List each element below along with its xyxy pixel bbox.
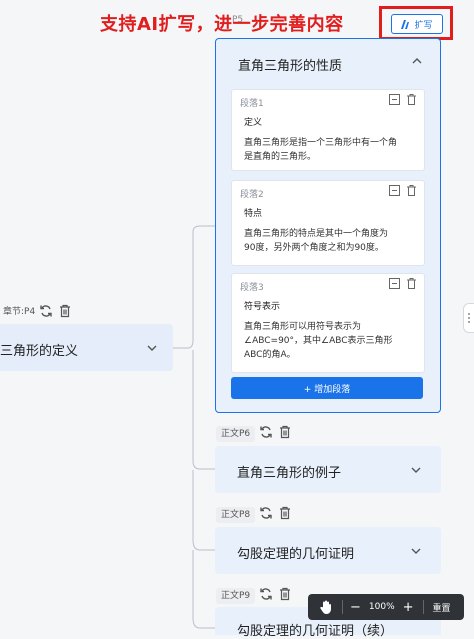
collapse-icon[interactable]	[389, 185, 400, 196]
trash-icon[interactable]	[278, 587, 292, 601]
collapse-icon[interactable]	[389, 94, 400, 105]
card-title: 直角三角形的例子	[237, 466, 342, 481]
ai-expand-button[interactable]: 扩写	[391, 14, 443, 34]
paragraph-card[interactable]: 段落2 特点 直角三角形的特点是其中一个角度为 90度，另外两个角度之和为90度…	[231, 180, 425, 266]
trash-icon[interactable]	[58, 304, 72, 318]
paragraph-body[interactable]: 直角三角形可以用符号表示为 ∠ABC=90°，其中∠ABC表示三角形 ABC的角…	[244, 320, 414, 362]
divider	[422, 600, 424, 614]
side-panel-handle[interactable]	[463, 303, 474, 333]
feature-annotation: 支持AI扩写，进一步完善内容	[100, 14, 344, 35]
reset-zoom-button[interactable]: 重置	[433, 601, 451, 614]
card-tag: 正文P9	[216, 588, 256, 604]
paragraph-body[interactable]: 直角三角形的特点是其中一个角度为 90度，另外两个角度之和为90度。	[244, 227, 414, 255]
refresh-icon[interactable]	[259, 506, 273, 520]
refresh-icon[interactable]	[259, 587, 273, 601]
paragraph-body[interactable]: 直角三角形是指一个三角形中有一个角 是直角的三角形。	[244, 136, 414, 164]
zoom-out-button[interactable]: −	[350, 600, 361, 615]
paragraph-line: ABC的角A。	[244, 350, 296, 360]
zoom-toolbar: − 100% + 重置	[308, 594, 464, 620]
zoom-in-button[interactable]: +	[403, 600, 414, 615]
paragraph-label: 段落2	[240, 190, 264, 200]
paragraph-heading: 特点	[244, 209, 263, 219]
paragraph-label: 段落3	[240, 283, 264, 293]
expanded-card-tag: P5	[232, 15, 244, 25]
paragraph-heading: 定义	[244, 118, 263, 128]
paragraph-line: ∠ABC=90°，其中∠ABC表示三角形	[244, 336, 393, 346]
outline-card[interactable]: 直角三角形的例子	[215, 446, 441, 493]
refresh-icon[interactable]	[259, 425, 273, 439]
paragraph-card[interactable]: 段落3 符号表示 直角三角形可以用符号表示为 ∠ABC=90°，其中∠ABC表示…	[231, 273, 425, 373]
paragraph-line: 90度，另外两个角度之和为90度。	[244, 243, 384, 253]
ai-expand-label: 扩写	[414, 20, 433, 31]
trash-icon[interactable]	[278, 506, 292, 520]
paragraph-card[interactable]: 段落1 定义 直角三角形是指一个三角形中有一个角 是直角的三角形。	[231, 89, 425, 171]
card-tag: 正文P8	[216, 507, 256, 523]
paragraph-line: 直角三角形的特点是其中一个角度为	[244, 229, 389, 239]
chevron-down-icon[interactable]	[410, 545, 422, 557]
card-title: 勾股定理的几何证明（续）	[237, 624, 394, 639]
paragraph-label: 段落1	[240, 99, 264, 109]
zoom-level: 100%	[368, 602, 395, 612]
ai-icon	[401, 19, 410, 29]
trash-icon[interactable]	[278, 425, 292, 439]
paragraph-line: 直角三角形可以用符号表示为	[244, 322, 362, 332]
more-vertical-icon	[468, 313, 470, 323]
chevron-down-icon[interactable]	[410, 464, 422, 476]
paragraph-line: 是直角的三角形。	[244, 152, 317, 162]
outline-card[interactable]: 勾股定理的几何证明	[215, 527, 441, 574]
collapse-icon[interactable]	[389, 278, 400, 289]
trash-icon[interactable]	[406, 94, 417, 105]
trash-icon[interactable]	[406, 185, 417, 196]
left-node-title: 三角形的定义	[0, 344, 79, 359]
refresh-icon[interactable]	[39, 304, 53, 318]
hand-icon[interactable]	[318, 599, 334, 615]
add-paragraph-button[interactable]: + 增加段落	[231, 377, 423, 399]
expanded-card-title: 直角三角形的性质	[238, 59, 343, 74]
expanded-card[interactable]: 直角三角形的性质 段落1 定义 直角三角形是指一个三角形中有一个角 是直角的三角…	[215, 38, 441, 413]
paragraph-line: 直角三角形是指一个三角形中有一个角	[244, 138, 398, 148]
card-tag: 正文P6	[216, 426, 256, 442]
left-node-card[interactable]: 三角形的定义	[0, 324, 173, 371]
chevron-down-icon[interactable]	[146, 342, 158, 354]
trash-icon[interactable]	[406, 278, 417, 289]
paragraph-heading: 符号表示	[244, 302, 281, 312]
divider	[342, 600, 343, 614]
left-node-tag: 章节:P4	[3, 307, 36, 317]
chevron-up-icon[interactable]	[411, 55, 423, 67]
card-title: 勾股定理的几何证明	[237, 547, 355, 562]
